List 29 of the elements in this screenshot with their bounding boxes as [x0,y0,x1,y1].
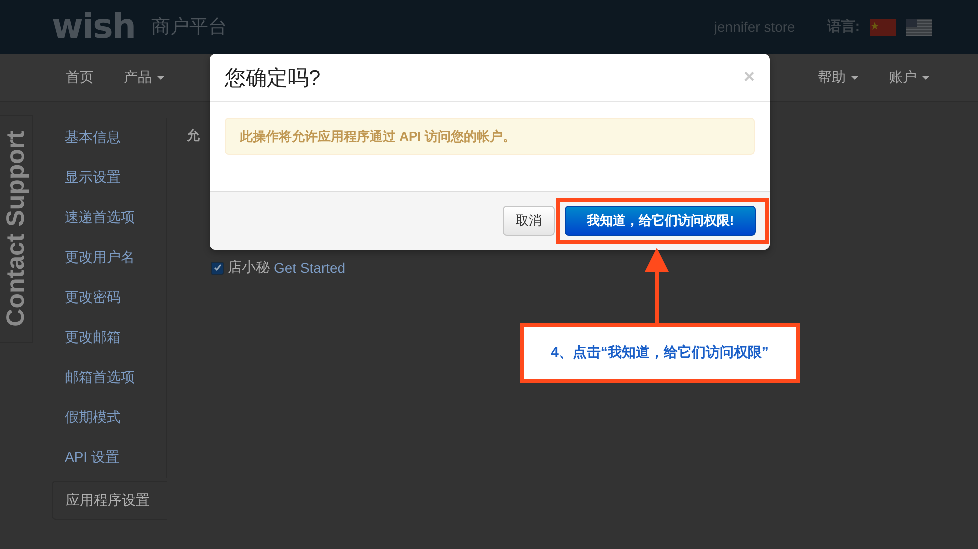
checkbox[interactable] [211,262,224,274]
nav-item[interactable]: 账户 [889,68,930,86]
nav-item[interactable]: 产品 [124,68,165,86]
sidebar-item[interactable]: 应用程序设置 [52,481,167,520]
confirm-button[interactable]: 我知道，给它们访问权限! [565,206,756,236]
nav-item[interactable]: 帮助 [818,68,859,86]
sidebar-item[interactable]: 基本信息 [52,118,167,158]
annotation-callout: 4、点击“我知道，给它们访问权限” [520,323,800,383]
cancel-button[interactable]: 取消 [503,206,555,236]
sidebar-item[interactable]: 更改邮箱 [52,318,167,358]
contact-support-tab[interactable]: Contact Support [0,115,33,343]
sidebar-item[interactable]: 显示设置 [52,158,167,198]
dialog-title: 您确定吗? [225,66,321,92]
option-label: 店小秘 [228,259,270,277]
sidebar-item[interactable]: 更改用户名 [52,238,167,278]
striped-flag-icon[interactable] [906,18,932,36]
nav-item[interactable]: 首页 [66,68,94,86]
sidebar-item[interactable]: 邮箱首选项 [52,358,167,398]
check-icon [214,264,222,272]
warning-alert: 此操作将允许应用程序通过 API 访问您的帐户。 [225,118,755,155]
sidebar-item[interactable]: 更改密码 [52,278,167,318]
sidebar-item[interactable]: API 设置 [52,438,167,478]
get-started-link[interactable]: Get Started [274,260,346,276]
platform-title: 商户平台 [152,16,228,40]
section-heading: 允 [187,127,200,145]
sidebar-item[interactable]: 假期模式 [52,398,167,438]
star-flag-icon[interactable] [870,18,896,36]
sidebar-item[interactable]: 速递首选项 [52,198,167,238]
logo[interactable]: wish [52,7,136,47]
